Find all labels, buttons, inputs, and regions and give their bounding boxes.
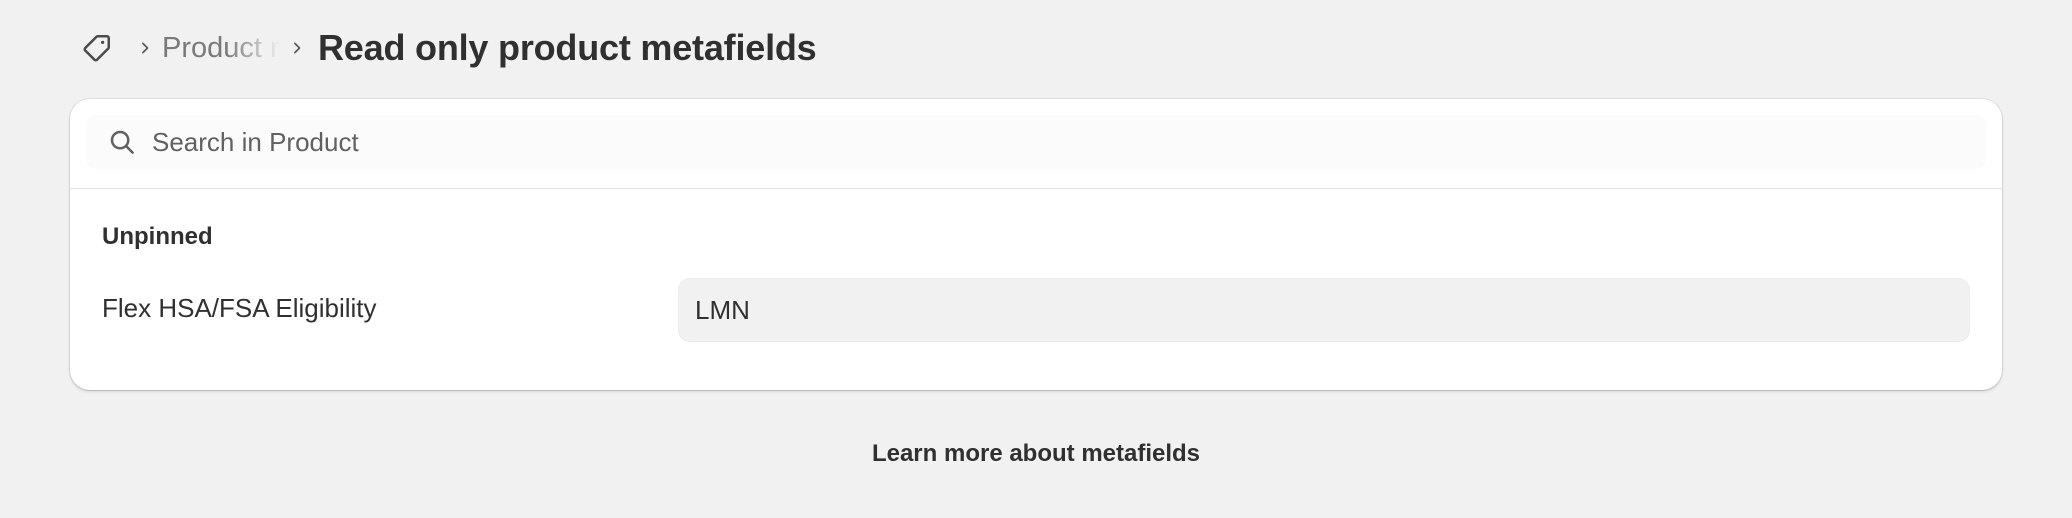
metafield-label: Flex HSA/FSA Eligibility xyxy=(102,293,377,323)
section-heading-unpinned: Unpinned xyxy=(102,223,213,250)
search-icon xyxy=(106,126,138,158)
divider xyxy=(70,188,2002,189)
page: Product metafields Read only product met… xyxy=(0,0,2072,518)
metafields-card: Unpinned Flex HSA/FSA Eligibility LMN xyxy=(70,99,2002,390)
breadcrumb: Product metafields Read only product met… xyxy=(80,20,817,76)
tag-icon[interactable] xyxy=(80,31,114,65)
metafield-value: LMN xyxy=(695,294,750,325)
chevron-right-icon xyxy=(288,39,306,57)
search-input[interactable] xyxy=(152,122,1986,162)
chevron-right-icon xyxy=(136,39,154,57)
page-title: Read only product metafields xyxy=(318,27,817,68)
learn-more-link[interactable]: Learn more about metafields xyxy=(0,440,2072,468)
breadcrumb-product-metafields[interactable]: Product metafields xyxy=(162,32,280,65)
metafield-value-field[interactable]: LMN xyxy=(678,278,1970,342)
search-bar[interactable] xyxy=(86,115,1986,169)
